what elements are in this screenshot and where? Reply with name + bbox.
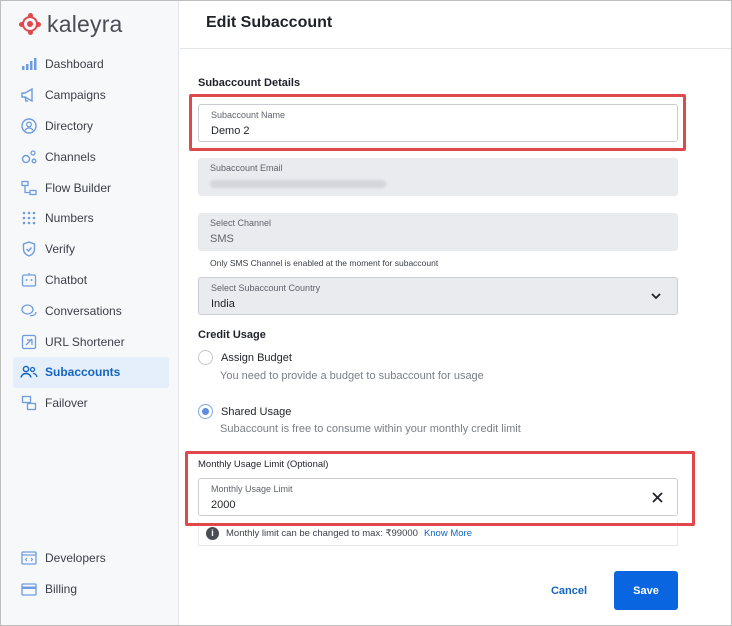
shared-usage-label: Shared Usage [221,405,292,418]
sidebar-item-label: Subaccounts [45,365,121,380]
assign-budget-option[interactable]: Assign Budget [198,350,292,365]
page-title: Edit Subaccount [206,14,333,31]
sidebar: kaleyra Dashboard Campaigns Directory Ch… [1,1,179,625]
sidebar-bottom-nav: Developers Billing [13,543,169,605]
subaccount-email-field: Subaccount Email [198,158,678,196]
sidebar-item-label: Campaigns [45,88,106,103]
assign-budget-description: You need to provide a budget to subaccou… [220,370,484,382]
sidebar-item-label: Dashboard [45,57,104,72]
cancel-button[interactable]: Cancel [540,578,598,604]
sidebar-item-label: Flow Builder [45,180,112,195]
flow-icon [19,178,39,198]
sidebar-item-label: URL Shortener [45,334,125,349]
sidebar-item-verify[interactable]: Verify [13,234,169,265]
sidebar-item-developers[interactable]: Developers [13,543,169,574]
sidebar-item-label: Verify [45,242,76,257]
failover-icon [19,393,39,413]
link-icon [19,332,39,352]
country-select-value: India [211,298,235,310]
sidebar-item-conversations[interactable]: Conversations [13,295,169,326]
assign-budget-radio[interactable] [198,350,213,365]
sidebar-item-failover[interactable]: Failover [13,388,169,419]
country-select-label: Select Subaccount Country [211,283,321,293]
sidebar-item-label: Billing [45,582,78,597]
megaphone-icon [19,85,39,105]
save-button[interactable]: Save [614,571,678,610]
bar-chart-icon [19,54,39,74]
monthly-limit-info-text: Monthly limit can be changed to max: ₹99… [226,527,418,539]
sidebar-item-label: Directory [45,118,94,133]
sidebar-item-label: Failover [45,396,88,411]
highlight-box-monthly-limit [185,451,695,526]
chatbot-icon [19,270,39,290]
card-icon [19,579,39,599]
kaleyra-logo-icon [19,13,41,35]
sidebar-item-label: Conversations [45,303,122,318]
select-channel-field: Select Channel SMS [198,213,678,251]
code-window-icon [19,548,39,568]
shared-usage-radio[interactable] [198,404,213,419]
sidebar-item-label: Developers [45,551,106,566]
channels-icon [19,147,39,167]
credit-usage-heading: Credit Usage [198,329,266,341]
select-channel-label: Select Channel [210,218,272,228]
shield-check-icon [19,239,39,259]
sidebar-item-campaigns[interactable]: Campaigns [13,80,169,111]
chat-bubbles-icon [19,301,39,321]
redacted-email-value [210,180,386,188]
sidebar-item-billing[interactable]: Billing [13,574,169,605]
select-channel-value: SMS [210,233,234,245]
dialpad-icon [19,208,39,228]
chevron-down-icon [649,289,663,303]
sidebar-item-chatbot[interactable]: Chatbot [13,265,169,296]
shared-usage-option[interactable]: Shared Usage [198,404,291,419]
page-header: Edit Subaccount [180,1,731,49]
users-icon [19,362,39,382]
country-select[interactable]: Select Subaccount Country India [198,277,678,315]
highlight-box-name [189,94,686,151]
brand-name: kaleyra [47,10,123,37]
sidebar-item-label: Numbers [45,211,94,226]
channel-hint: Only SMS Channel is enabled at the momen… [210,258,439,268]
sidebar-item-numbers[interactable]: Numbers [13,203,169,234]
shared-usage-description: Subaccount is free to consume within you… [220,423,521,435]
sidebar-item-directory[interactable]: Directory [13,111,169,142]
sidebar-nav: Dashboard Campaigns Directory Channels F… [13,49,169,419]
sidebar-item-label: Chatbot [45,272,88,287]
subaccount-details-heading: Subaccount Details [198,77,301,89]
subaccount-email-label: Subaccount Email [210,163,283,173]
brand-logo[interactable]: kaleyra [19,10,123,38]
sidebar-item-flow-builder[interactable]: Flow Builder [13,172,169,203]
info-icon: i [206,526,219,540]
sidebar-item-dashboard[interactable]: Dashboard [13,49,169,80]
know-more-link[interactable]: Know More [424,528,472,539]
assign-budget-label: Assign Budget [221,351,292,364]
contact-icon [19,116,39,136]
sidebar-item-url-shortener[interactable]: URL Shortener [13,326,169,357]
sidebar-item-subaccounts[interactable]: Subaccounts [13,356,169,388]
sidebar-item-label: Channels [45,149,96,164]
sidebar-item-channels[interactable]: Channels [13,141,169,172]
